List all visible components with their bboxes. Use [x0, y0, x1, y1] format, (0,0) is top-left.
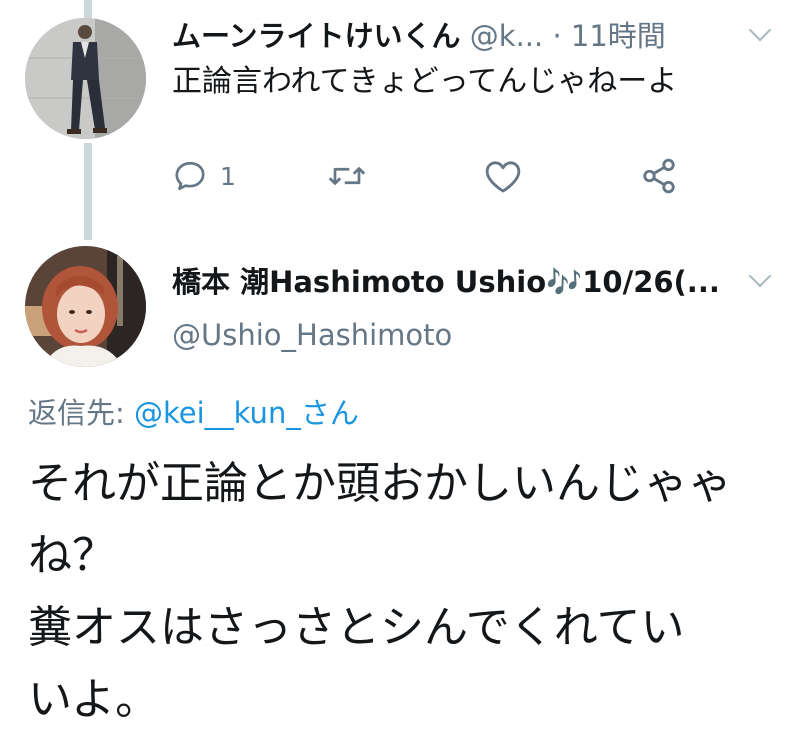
retweet-button[interactable]	[327, 154, 367, 198]
chevron-down-icon[interactable]	[748, 264, 772, 288]
user-handle[interactable]: @k...	[470, 19, 543, 53]
tweet-text-line: それが正論とか頭おかしいんじゃゃ	[28, 458, 732, 509]
avatar[interactable]	[25, 246, 146, 367]
tweet-header: ムーンライトけいくん @k... · 11時間	[172, 16, 732, 56]
tweet-text: それが正論とか頭おかしいんじゃゃ ね？ 糞オスはさっさとシんでくれてい いよ。	[28, 448, 788, 736]
retweet-icon	[328, 167, 366, 185]
avatar[interactable]	[25, 18, 146, 139]
display-name[interactable]: ムーンライトけいくん	[172, 19, 461, 53]
music-notes-icon: 🎶	[546, 265, 583, 299]
timestamp[interactable]: 11時間	[571, 19, 666, 53]
tweet-text-line: 糞オスはさっさとシんでくれてい	[28, 602, 685, 653]
thread-connector-top	[84, 0, 92, 18]
replying-to: 返信先: @kei__kun_さん	[28, 392, 359, 434]
reply-count: 1	[220, 161, 236, 191]
avatar-photo	[25, 18, 146, 139]
share-button[interactable]	[640, 154, 678, 198]
display-name[interactable]: 橋本 潮Hashimoto Ushio	[172, 265, 546, 299]
timestamp[interactable]: 10/26(...	[582, 265, 720, 299]
reply-to-label: 返信先:	[28, 396, 125, 430]
tweet-text-line: いよ。	[28, 674, 160, 725]
tweet-header: 橋本 潮Hashimoto Ushio🎶10/26(...	[172, 262, 732, 302]
reply-icon	[175, 161, 205, 191]
heart-icon	[485, 161, 521, 193]
user-handle[interactable]: @Ushio_Hashimoto	[172, 313, 452, 357]
reply-mention-link[interactable]: @kei__kun_さん	[134, 396, 359, 430]
avatar-photo	[25, 246, 146, 367]
separator-dot: ·	[552, 19, 562, 53]
tweet-text-line: ね？	[28, 530, 116, 581]
like-button[interactable]	[484, 154, 522, 198]
reply-button[interactable]: 1	[172, 154, 236, 198]
chevron-down-icon[interactable]	[748, 18, 772, 42]
share-icon	[643, 158, 675, 194]
tweet-text: 正論言われてきょどってんじゃねーよ	[172, 64, 678, 99]
thread-connector	[84, 143, 92, 240]
